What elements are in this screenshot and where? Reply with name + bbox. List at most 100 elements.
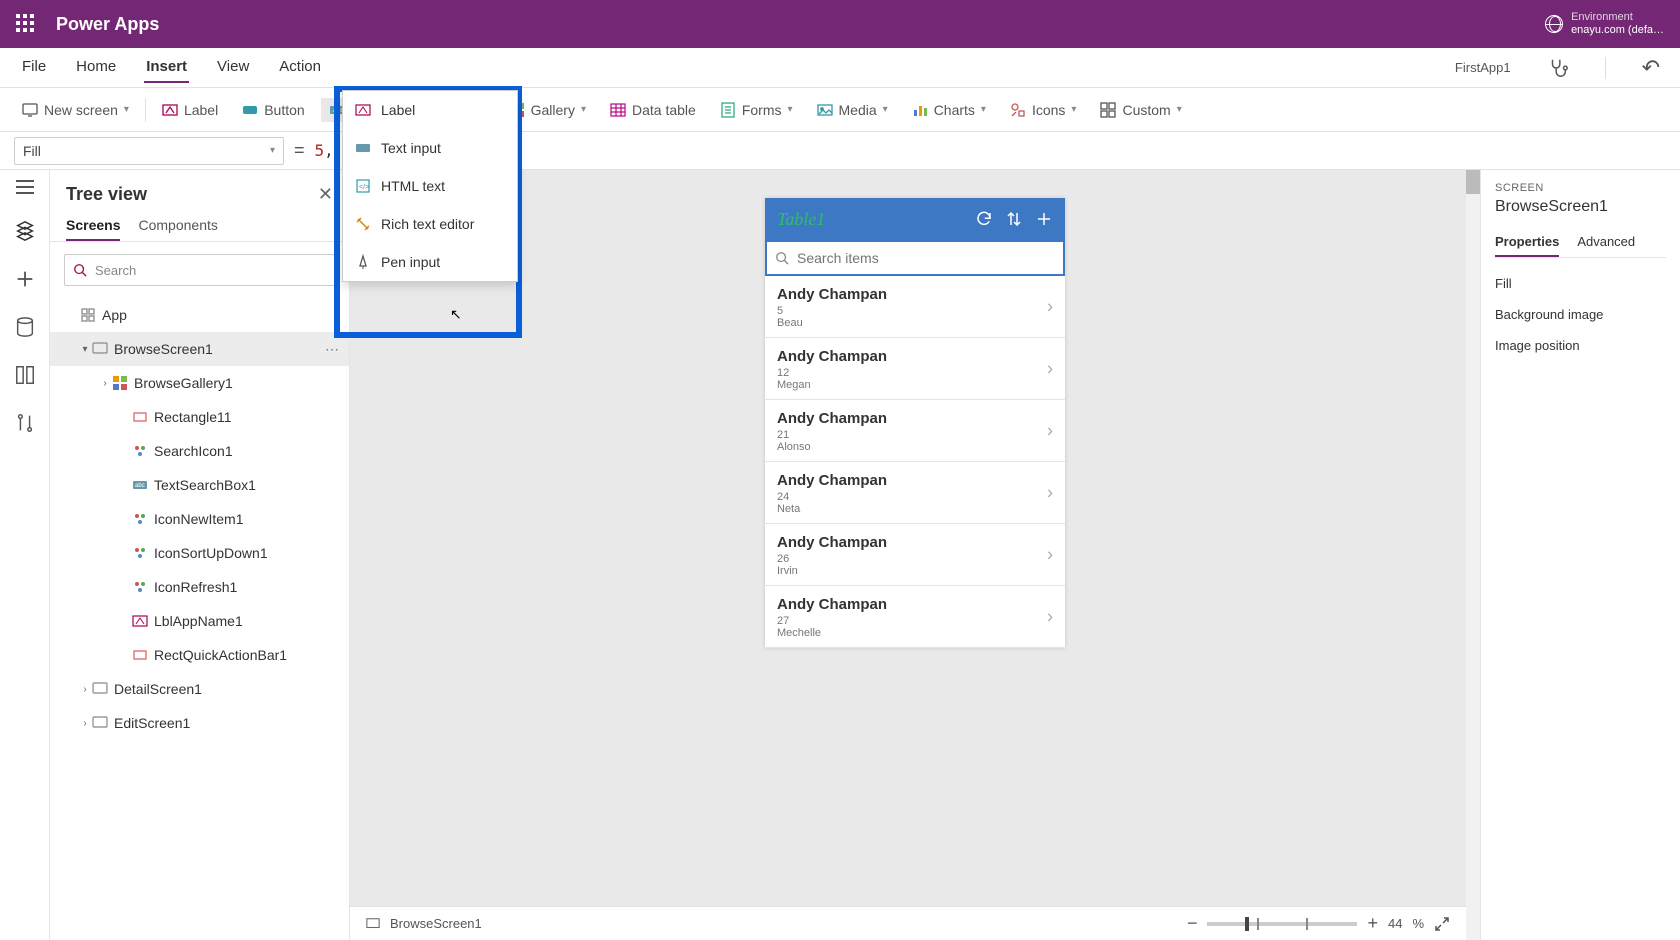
prop-row[interactable]: Fill bbox=[1495, 268, 1666, 299]
data-icon[interactable] bbox=[14, 316, 36, 338]
dropdown-item[interactable]: Text input bbox=[343, 129, 517, 167]
tree-node[interactable]: SearchIcon1 bbox=[50, 434, 349, 468]
charts-button[interactable]: Charts▾ bbox=[904, 98, 994, 122]
new-screen-button[interactable]: New screen▾ bbox=[14, 98, 137, 122]
chevron-down-icon: ▾ bbox=[581, 104, 586, 115]
canvas-scrollbar[interactable] bbox=[1466, 170, 1480, 940]
tree-node[interactable]: LblAppName1 bbox=[50, 604, 349, 638]
canvas[interactable]: Table1 Andy Champan5Beau›Andy Champan12M… bbox=[350, 170, 1480, 940]
prop-row[interactable]: Background image bbox=[1495, 299, 1666, 330]
menu-action[interactable]: Action bbox=[277, 52, 323, 83]
custom-button[interactable]: Custom▾ bbox=[1092, 98, 1189, 122]
menu-home[interactable]: Home bbox=[74, 52, 118, 83]
twist-icon[interactable]: ▾ bbox=[78, 344, 92, 355]
forms-button[interactable]: Forms▾ bbox=[712, 98, 801, 122]
chevron-down-icon: ▾ bbox=[787, 104, 792, 115]
prop-row[interactable]: Image position bbox=[1495, 330, 1666, 361]
list-item[interactable]: Andy Champan24Neta› bbox=[765, 462, 1065, 524]
preview-search[interactable] bbox=[765, 240, 1065, 276]
dropdown-item-label: Text input bbox=[381, 140, 441, 156]
item-title: Andy Champan bbox=[777, 286, 1053, 303]
close-icon[interactable]: ✕ bbox=[318, 184, 333, 205]
undo-icon[interactable]: ↶ bbox=[1642, 55, 1660, 81]
dropdown-item[interactable]: Label bbox=[343, 91, 517, 129]
preview-header: Table1 bbox=[765, 198, 1065, 240]
body: Tree view ✕ ScreensComponents Search App… bbox=[0, 170, 1680, 940]
tree-nodes: App ▾BrowseScreen1⋯›BrowseGallery1Rectan… bbox=[50, 298, 349, 940]
tree-node[interactable]: ▾BrowseScreen1⋯ bbox=[50, 332, 349, 366]
dropdown-item[interactable]: Pen input bbox=[343, 243, 517, 281]
tree-tab-components[interactable]: Components bbox=[138, 211, 217, 241]
tree-node[interactable]: IconNewItem1 bbox=[50, 502, 349, 536]
button-button[interactable]: Button bbox=[234, 98, 312, 122]
group-icon bbox=[132, 579, 148, 595]
media-button[interactable]: Media▾ bbox=[809, 98, 896, 122]
app-launcher-icon[interactable] bbox=[16, 14, 36, 34]
dropdown-item-icon bbox=[355, 102, 371, 118]
app-name[interactable]: FirstApp1 bbox=[1455, 60, 1511, 75]
zoom-slider[interactable] bbox=[1207, 922, 1357, 926]
add-icon[interactable] bbox=[14, 268, 36, 290]
tree-node[interactable]: RectQuickActionBar1 bbox=[50, 638, 349, 672]
chevron-right-icon: › bbox=[1047, 296, 1053, 317]
sort-icon[interactable] bbox=[1005, 210, 1023, 228]
tools-icon[interactable] bbox=[14, 412, 36, 434]
prop-tab-properties[interactable]: Properties bbox=[1495, 228, 1559, 257]
list-item[interactable]: Andy Champan12Megan› bbox=[765, 338, 1065, 400]
tree-node[interactable]: ›EditScreen1 bbox=[50, 706, 349, 740]
tree-search[interactable]: Search bbox=[64, 254, 335, 286]
add-icon[interactable] bbox=[1035, 210, 1053, 228]
refresh-icon[interactable] bbox=[975, 210, 993, 228]
tree-node[interactable]: ›BrowseGallery1 bbox=[50, 366, 349, 400]
item-title: Andy Champan bbox=[777, 410, 1053, 427]
tree-node[interactable]: Rectangle11 bbox=[50, 400, 349, 434]
environment-picker[interactable]: Environment enayu.com (defa… bbox=[1571, 11, 1664, 37]
preview-title: Table1 bbox=[777, 209, 963, 230]
twist-icon[interactable]: › bbox=[78, 718, 92, 729]
svg-text:</>: </> bbox=[359, 184, 369, 191]
search-icon bbox=[73, 263, 87, 277]
zoom-in-button[interactable]: + bbox=[1367, 913, 1378, 934]
scrollbar-thumb[interactable] bbox=[1466, 170, 1480, 194]
twist-icon[interactable]: › bbox=[98, 378, 112, 389]
tree-node[interactable]: IconRefresh1 bbox=[50, 570, 349, 604]
tree-node-label: DetailScreen1 bbox=[114, 681, 202, 697]
zoom-out-button[interactable]: − bbox=[1187, 913, 1198, 934]
stethoscope-icon[interactable] bbox=[1547, 57, 1569, 79]
dropdown-item-icon: </> bbox=[355, 178, 371, 194]
top-bar: Power Apps Environment enayu.com (defa… bbox=[0, 0, 1680, 48]
tree-node[interactable]: › DetailScreen1 bbox=[50, 672, 349, 706]
property-selector[interactable]: Fill ▾ bbox=[14, 137, 284, 165]
dropdown-item[interactable]: Rich text editor bbox=[343, 205, 517, 243]
chevron-down-icon: ▾ bbox=[883, 104, 888, 115]
list-item[interactable]: Andy Champan26Irvin› bbox=[765, 524, 1065, 586]
list-item[interactable]: Andy Champan21Alonso› bbox=[765, 400, 1065, 462]
tree-node[interactable]: IconSortUpDown1 bbox=[50, 536, 349, 570]
screen-icon bbox=[366, 917, 380, 931]
icons-button[interactable]: Icons▾ bbox=[1002, 98, 1085, 122]
dropdown-item[interactable]: </>HTML text bbox=[343, 167, 517, 205]
tree-tab-screens[interactable]: Screens bbox=[66, 211, 120, 241]
item-number: 24 bbox=[777, 491, 1053, 503]
list-item[interactable]: Andy Champan5Beau› bbox=[765, 276, 1065, 338]
menu-view[interactable]: View bbox=[215, 52, 251, 83]
menu-insert[interactable]: Insert bbox=[144, 52, 189, 83]
media-rail-icon[interactable] bbox=[14, 364, 36, 386]
list-item[interactable]: Andy Champan27Mechelle› bbox=[765, 586, 1065, 648]
tree-node-label: IconNewItem1 bbox=[154, 511, 243, 527]
twist-icon[interactable]: › bbox=[78, 684, 92, 695]
hamburger-icon[interactable] bbox=[16, 180, 34, 194]
data-table-button[interactable]: Data table bbox=[602, 98, 704, 122]
tree-view-icon[interactable] bbox=[14, 220, 36, 242]
preview-search-input[interactable] bbox=[797, 250, 1055, 266]
menu-file[interactable]: File bbox=[20, 52, 48, 83]
preview-phone: Table1 Andy Champan5Beau›Andy Champan12M… bbox=[765, 198, 1065, 648]
tree-node-label: LblAppName1 bbox=[154, 613, 243, 629]
tree-node-app[interactable]: App bbox=[50, 298, 349, 332]
label-button[interactable]: Label bbox=[154, 98, 226, 122]
tree-node[interactable]: abcTextSearchBox1 bbox=[50, 468, 349, 502]
prop-tab-advanced[interactable]: Advanced bbox=[1577, 228, 1635, 257]
expand-icon[interactable] bbox=[1434, 916, 1450, 932]
charts-icon bbox=[912, 102, 928, 118]
more-icon[interactable]: ⋯ bbox=[325, 341, 341, 358]
